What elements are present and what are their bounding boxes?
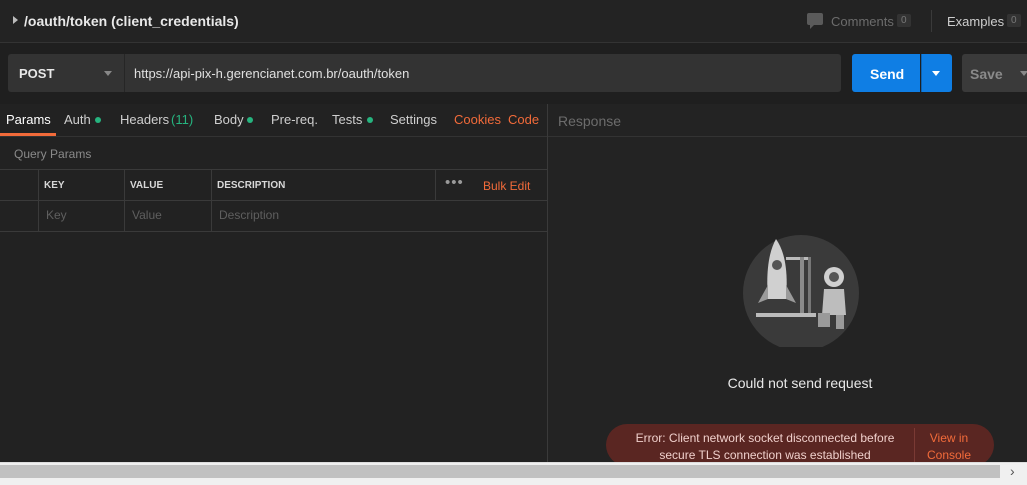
rocket-illustration [743,235,859,347]
active-tab-indicator [0,133,56,136]
view-in-console-link[interactable]: View in Console [922,430,976,464]
column-divider [38,170,39,231]
header-divider [931,10,932,32]
column-header-description: DESCRIPTION [217,180,286,191]
cookies-link[interactable]: Cookies [454,112,501,127]
table-border [0,200,547,201]
tab-body[interactable]: Body [214,112,244,127]
view-in-console-line[interactable]: View in [922,430,976,447]
bulk-edit-link[interactable]: Bulk Edit [483,179,530,193]
request-title[interactable]: /oauth/token (client_credentials) [24,13,239,29]
comments-count-badge: 0 [897,14,911,27]
tab-tests[interactable]: Tests [332,112,362,127]
comments-icon[interactable] [807,13,823,29]
table-border [0,231,547,232]
response-title: Response [558,113,622,129]
column-header-value: VALUE [130,180,164,191]
column-divider [435,170,436,200]
chevron-right-icon[interactable] [13,16,18,24]
tab-prereq[interactable]: Pre-req. [271,112,318,127]
banner-divider [914,428,915,462]
tab-params[interactable]: Params [6,112,51,127]
send-button-label[interactable]: Send [870,66,904,82]
tests-status-dot [367,117,373,123]
arrow-right-icon[interactable]: › [1010,463,1015,479]
param-key-input[interactable]: Key [46,208,67,222]
comments-button[interactable]: Comments [831,14,894,29]
table-border [0,169,547,170]
headers-count: (11) [171,112,194,127]
column-divider [211,170,212,231]
chevron-down-icon[interactable] [1020,71,1027,76]
query-params-label: Query Params [14,147,92,161]
examples-count-badge: 0 [1007,14,1021,27]
code-link[interactable]: Code [508,112,539,127]
tab-headers[interactable]: Headers [120,112,169,127]
more-options-icon[interactable]: ••• [445,174,464,191]
column-header-key: KEY [44,180,65,191]
column-divider [124,170,125,231]
error-detail-line: Error: Client network socket disconnecte… [635,431,895,445]
param-description-input[interactable]: Description [219,208,279,222]
param-value-input[interactable]: Value [132,208,162,222]
auth-status-dot [95,117,101,123]
chevron-down-icon[interactable] [932,71,940,76]
chevron-down-icon[interactable] [104,71,112,76]
url-value[interactable]: https://api-pix-h.gerencianet.com.br/oau… [134,66,409,81]
method-value[interactable]: POST [19,66,54,81]
tab-settings[interactable]: Settings [390,112,437,127]
error-detail: Error: Client network socket disconnecte… [618,430,912,464]
examples-button[interactable]: Examples [947,14,1004,29]
scrollbar-thumb[interactable] [0,465,1000,478]
body-status-dot [247,117,253,123]
save-button-label[interactable]: Save [970,66,1003,82]
error-message: Could not send request [727,375,873,391]
tab-auth[interactable]: Auth [64,112,91,127]
